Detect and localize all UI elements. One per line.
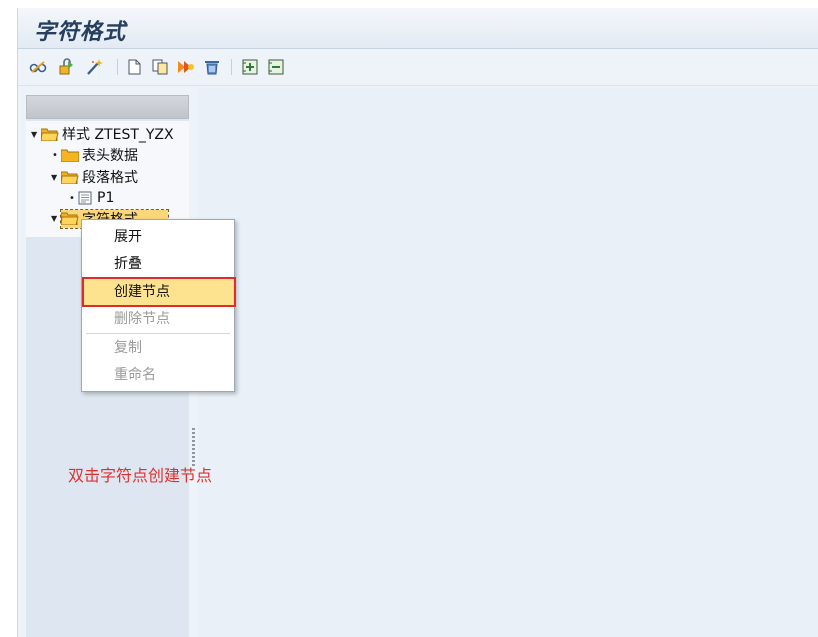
toolbar-separator (117, 59, 118, 75)
page-title: 字符格式 (34, 20, 127, 45)
tree-node-root[interactable]: ▼ 样式 ZTEST_YZX (31, 124, 174, 144)
tree-node-label: 表头数据 (82, 148, 138, 164)
open-folder-icon (41, 128, 59, 141)
toolbar (18, 49, 818, 86)
leaf-bullet-icon: • (69, 192, 75, 204)
tree-node-p1[interactable]: • P1 (68, 188, 114, 208)
annotation-text: 双击字符点创建节点 (68, 466, 213, 485)
menu-item-expand[interactable]: 展开 (84, 224, 232, 250)
menu-item-collapse[interactable]: 折叠 (84, 251, 232, 277)
detail-pane (198, 88, 818, 637)
display-change-icon[interactable] (56, 57, 76, 77)
expand-all-icon[interactable] (240, 57, 260, 77)
menu-item-rename: 重命名 (114, 367, 156, 383)
tree-node-paragraph-formats[interactable]: ▼ 段落格式 (51, 167, 138, 187)
transport-icon[interactable] (176, 57, 196, 77)
open-folder-icon (61, 212, 79, 225)
tree-node-label: P1 (97, 190, 115, 206)
expanded-arrow-icon[interactable]: ▼ (31, 130, 39, 139)
new-document-icon[interactable] (124, 57, 144, 77)
tree-node-label: 段落格式 (82, 170, 138, 186)
menu-item-copy: 复制 (114, 340, 142, 356)
glasses-icon[interactable] (28, 57, 48, 77)
expanded-arrow-icon[interactable]: ▼ (51, 214, 59, 223)
tree-node-label: 样式 ZTEST_YZX (62, 127, 174, 143)
folder-icon (61, 149, 79, 162)
copy-icon[interactable] (150, 57, 170, 77)
tree-node-header-data[interactable]: • 表头数据 (51, 145, 138, 165)
format-document-icon (78, 191, 92, 205)
context-menu: 展开 折叠 创建节点 删除节点 复制 重命名 (81, 219, 236, 392)
title-bar: 字符格式 (18, 8, 818, 49)
leaf-bullet-icon: • (52, 149, 58, 161)
delete-icon[interactable] (202, 57, 222, 77)
menu-item-create-node[interactable]: 创建节点 (82, 277, 236, 307)
expanded-arrow-icon[interactable]: ▼ (51, 173, 59, 182)
menu-item-delete-node: 删除节点 (114, 311, 170, 327)
toolbar-separator (231, 59, 232, 75)
collapse-all-icon[interactable] (266, 57, 286, 77)
open-folder-icon (61, 171, 79, 184)
magic-wand-icon[interactable] (84, 57, 104, 77)
menu-separator (86, 333, 230, 334)
tree-header (26, 95, 189, 119)
